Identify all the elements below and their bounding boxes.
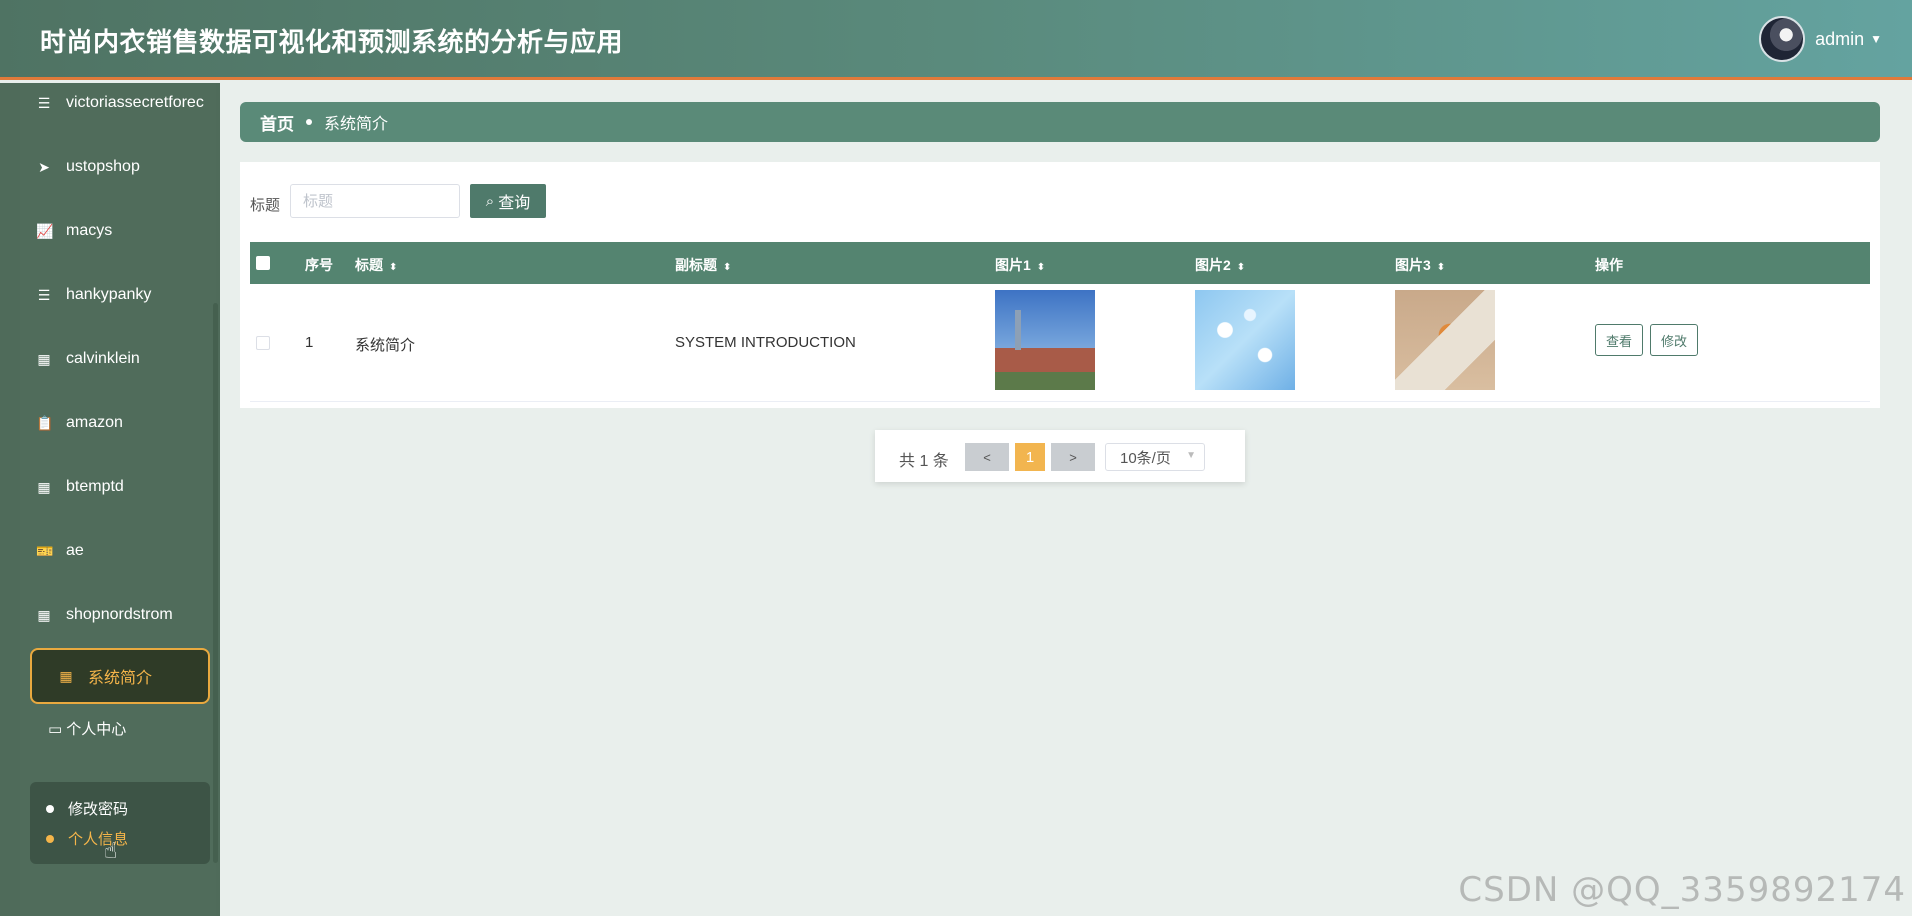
breadcrumb-separator-icon bbox=[306, 119, 312, 125]
table-row: 1 系统简介 SYSTEM INTRODUCTION 查看 修改 bbox=[250, 284, 1870, 402]
image3-thumbnail[interactable] bbox=[1395, 290, 1495, 390]
sidebar-item-label: 个人中心 bbox=[66, 721, 127, 738]
sidebar-item-label: btemptd bbox=[66, 478, 124, 495]
sidebar-item-label: ae bbox=[66, 542, 84, 559]
row-checkbox[interactable] bbox=[256, 336, 270, 350]
list-icon: ☰ bbox=[37, 286, 51, 303]
view-button[interactable]: 查看 bbox=[1595, 324, 1644, 356]
grid-icon: ▦ bbox=[59, 667, 73, 684]
sort-icon[interactable]: ⬍ bbox=[1237, 262, 1245, 273]
sidebar-item-ustopshop[interactable]: ➤ ustopshop bbox=[36, 147, 216, 187]
sidebar-item-label: amazon bbox=[66, 414, 123, 431]
sidebar-item-system-intro[interactable]: ▦ 系统简介 bbox=[30, 648, 210, 704]
cell-title: 系统简介 bbox=[355, 337, 416, 354]
sidebar-item-hankypanky[interactable]: ☰ hankypanky bbox=[36, 275, 216, 315]
chevron-down-icon: ▼ bbox=[1186, 450, 1196, 461]
user-menu[interactable]: admin ▼ bbox=[1759, 16, 1882, 62]
username[interactable]: admin bbox=[1815, 29, 1864, 50]
bullet-icon bbox=[46, 804, 54, 813]
avatar[interactable] bbox=[1759, 16, 1806, 62]
list-icon: ☰ bbox=[37, 94, 51, 111]
submenu-change-password[interactable]: 修改密码 bbox=[46, 798, 128, 819]
sidebar-item-label: macys bbox=[66, 222, 113, 239]
column-header-image1[interactable]: 图片1 ⬍ bbox=[995, 255, 1045, 275]
data-table: 序号 标题 ⬍ 副标题 ⬍ 图片1 ⬍ 图片2 ⬍ 图片3 ⬍ 操作 1 系统简介 SYS… bbox=[250, 242, 1870, 402]
sidebar-item-btemptd[interactable]: ▦ btemptd bbox=[36, 467, 216, 507]
page-size-value: 10条/页 bbox=[1120, 449, 1171, 467]
table-header: 序号 标题 ⬍ 副标题 ⬍ 图片1 ⬍ 图片2 ⬍ 图片3 ⬍ 操作 bbox=[250, 242, 1870, 284]
sidebar-item-label: ustopshop bbox=[66, 158, 140, 175]
sidebar-item-label: victoriassecretforec bbox=[66, 94, 204, 111]
page-number-button[interactable]: 1 bbox=[1015, 443, 1045, 471]
column-header-label: 图片2 bbox=[1195, 257, 1231, 273]
page-size-select[interactable]: 10条/页 ▼ bbox=[1105, 443, 1205, 471]
column-header-label: 图片1 bbox=[995, 257, 1031, 273]
cell-index: 1 bbox=[305, 334, 314, 351]
grid-icon: ▦ bbox=[37, 478, 51, 495]
column-header-title[interactable]: 标题 ⬍ bbox=[355, 255, 397, 275]
personal-center-submenu: 修改密码 个人信息 bbox=[30, 782, 210, 864]
sort-icon[interactable]: ⬍ bbox=[1437, 262, 1445, 273]
sidebar-item-label: calvinklein bbox=[66, 350, 140, 367]
breadcrumb: 首页 系统简介 bbox=[240, 102, 1880, 142]
next-page-button[interactable]: > bbox=[1051, 443, 1095, 471]
search-input[interactable] bbox=[290, 184, 460, 218]
content-panel: 标题 ⌕ 查询 序号 标题 ⬍ 副标题 ⬍ 图片1 ⬍ 图片2 ⬍ 图片3 ⬍ 操作 1 … bbox=[240, 162, 1880, 408]
bullet-icon bbox=[46, 834, 54, 843]
column-header-label: 图片3 bbox=[1395, 257, 1431, 273]
select-all-checkbox[interactable] bbox=[256, 256, 270, 270]
chart-icon: 📈 bbox=[36, 222, 54, 239]
edit-button[interactable]: 修改 bbox=[1650, 324, 1699, 356]
clipboard-icon: 📋 bbox=[36, 414, 54, 431]
column-header-label: 副标题 bbox=[675, 257, 717, 273]
hand-cursor-icon: ☝ bbox=[104, 838, 118, 863]
submenu-label: 修改密码 bbox=[68, 801, 129, 818]
grid-icon: ▦ bbox=[37, 606, 51, 623]
sidebar-item-amazon[interactable]: 📋 amazon bbox=[36, 403, 216, 443]
sidebar-item-ae[interactable]: 🎫 ae bbox=[36, 531, 216, 571]
sidebar-item-label: 系统简介 bbox=[88, 670, 153, 687]
app-title: 时尚内衣销售数据可视化和预测系统的分析与应用 bbox=[40, 27, 624, 57]
submenu-label: 个人信息 bbox=[68, 831, 129, 848]
sort-icon[interactable]: ⬍ bbox=[1037, 262, 1045, 273]
top-header: 时尚内衣销售数据可视化和预测系统的分析与应用 admin ▼ bbox=[0, 0, 1912, 80]
search-icon: ⌕ bbox=[485, 192, 495, 210]
pagination: 共 1 条 < 1 > 10条/页 ▼ bbox=[875, 430, 1245, 482]
sort-icon[interactable]: ⬍ bbox=[389, 262, 397, 273]
send-icon: ➤ bbox=[38, 158, 50, 175]
column-header-image3[interactable]: 图片3 ⬍ bbox=[1395, 255, 1445, 275]
ticket-icon: 🎫 bbox=[36, 542, 54, 559]
pagination-total: 共 1 条 bbox=[899, 453, 949, 470]
sidebar-item-victoriassecretforec[interactable]: ☰ victoriassecretforec bbox=[36, 83, 216, 123]
card-icon: ▭ bbox=[48, 720, 63, 738]
column-header-subtitle[interactable]: 副标题 ⬍ bbox=[675, 255, 731, 275]
sidebar-scrollbar[interactable] bbox=[213, 303, 218, 863]
image2-thumbnail[interactable] bbox=[1195, 290, 1295, 390]
prev-page-button[interactable]: < bbox=[965, 443, 1009, 471]
sidebar-item-label: shopnordstrom bbox=[66, 606, 173, 623]
sidebar-item-calvinklein[interactable]: ▦ calvinklein bbox=[36, 339, 216, 379]
sort-icon[interactable]: ⬍ bbox=[723, 262, 731, 273]
cell-subtitle: SYSTEM INTRODUCTION bbox=[675, 334, 856, 351]
breadcrumb-home[interactable]: 首页 bbox=[260, 110, 294, 135]
breadcrumb-current: 系统简介 bbox=[324, 116, 389, 133]
column-header-image2[interactable]: 图片2 ⬍ bbox=[1195, 255, 1245, 275]
watermark: CSDN @QQ_3359892174 bbox=[1458, 870, 1906, 910]
column-header-index: 序号 bbox=[305, 257, 333, 273]
chevron-down-icon[interactable]: ▼ bbox=[1870, 32, 1882, 46]
sidebar-item-macys[interactable]: 📈 macys bbox=[36, 211, 216, 251]
query-button-label: 查询 bbox=[498, 195, 531, 212]
grid-icon: ▦ bbox=[37, 350, 51, 367]
image1-thumbnail[interactable] bbox=[995, 290, 1095, 390]
sidebar-item-shopnordstrom[interactable]: ▦ shopnordstrom bbox=[36, 595, 216, 635]
column-header-actions: 操作 bbox=[1595, 257, 1623, 273]
sidebar-item-label: hankypanky bbox=[66, 286, 152, 303]
query-button[interactable]: ⌕ 查询 bbox=[470, 184, 546, 218]
column-header-label: 标题 bbox=[355, 257, 383, 273]
search-label: 标题 bbox=[250, 197, 281, 214]
sidebar-item-personal-center[interactable]: ▭ 个人中心 bbox=[48, 718, 126, 739]
